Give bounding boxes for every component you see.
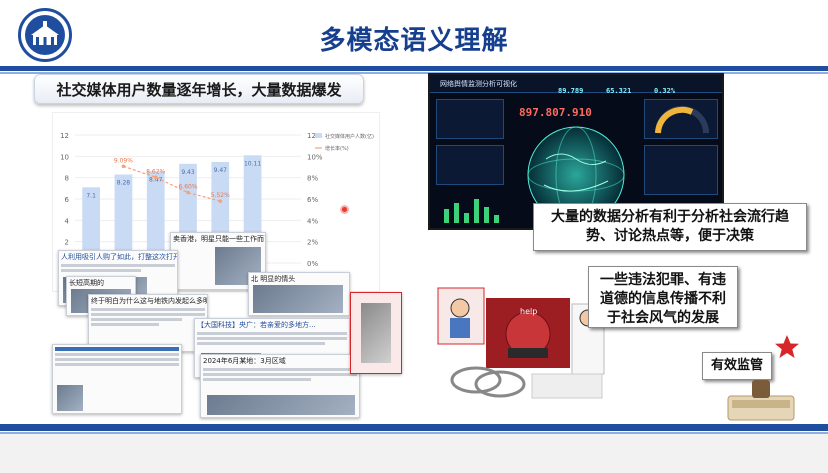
phone-image-card — [350, 292, 402, 374]
bar-data-label: 8.28 — [117, 179, 131, 186]
star-icon — [775, 335, 799, 358]
footer-rule — [0, 424, 828, 431]
regulation-stamp-icon — [727, 380, 795, 421]
analysis-callout: 大量的数据分析有利于分析社会流行趋势、讨论热点等，便于决策 — [533, 203, 807, 251]
dashboard-panel — [436, 145, 504, 185]
chart-line-point — [153, 175, 158, 180]
chart-line-point — [121, 164, 126, 169]
phone-image — [361, 303, 391, 363]
social-media-collage: 卖香港，明星只能一些工作而已 人利用吸引人购了如此，打整这次打开了 长短高期的 … — [52, 232, 408, 420]
chart-line-series — [123, 165, 221, 202]
legend-entry: 社交媒体用户人数(亿) — [325, 133, 374, 140]
post-card-text: 2024年6月某地：3月区域 — [203, 357, 286, 365]
line-data-label: 5.52% — [211, 192, 230, 199]
y-tick-label: 8 — [65, 175, 69, 183]
legend-entry: 增长率(%) — [325, 145, 349, 152]
post-card-text: 人利用吸引人购了如此，打整这次打开了 — [61, 253, 178, 261]
legend-swatch-bar — [315, 133, 322, 138]
dashboard-stat: 0.32% — [654, 87, 676, 95]
dashboard-panel — [644, 145, 718, 195]
help-text: help — [520, 307, 537, 316]
post-card: 北 明显的情头 — [248, 272, 350, 316]
dashboard-stat: 65.321 — [606, 87, 632, 95]
pointer-dot — [340, 205, 349, 214]
post-card-text: 北 明显的情头 — [251, 275, 296, 283]
post-image — [207, 395, 355, 415]
gauge-icon — [655, 106, 709, 134]
y-tick-label: 12 — [60, 132, 69, 140]
post-card: 2024年6月某地：3月区域 — [200, 354, 360, 418]
post-image — [253, 285, 343, 313]
line-data-label: 6.60% — [178, 184, 197, 191]
section-subtitle: 社交媒体用户数量逐年增长，大量数据爆发 — [34, 74, 364, 104]
footer-area — [0, 434, 828, 473]
dashboard-panel — [436, 99, 504, 139]
y2-tick-label: 10% — [307, 153, 323, 161]
post-card-text: 卖香港，明星只能一些工作而已 — [173, 235, 266, 243]
y2-tick-label: 8% — [307, 175, 318, 183]
bar-data-label: 10.11 — [244, 160, 261, 167]
y-tick-label: 10 — [60, 153, 69, 161]
post-card-text: 【大国科技】央广：若亲爱的多地方... — [197, 321, 316, 329]
y-tick-label: 6 — [65, 196, 70, 204]
y-tick-label: 4 — [65, 217, 70, 225]
supervise-callout: 有效监管 — [702, 352, 772, 380]
y2-tick-label: 4% — [307, 217, 318, 225]
cybercrime-illustration: help — [436, 284, 606, 402]
bar-data-label: 7.1 — [86, 192, 96, 199]
crime-callout: 一些违法犯罪、有违道德的信息传播不利于社会风气的发展 — [588, 266, 738, 328]
line-data-label: 8.62% — [146, 168, 165, 175]
dashboard-title: 网络舆情监测分析可视化 — [440, 80, 517, 88]
dashboard-big-number: 897.807.910 — [519, 106, 592, 119]
post-card-text: 终于明白为什么这与地铁内发起么多明白了!(转) — [91, 297, 208, 305]
y2-tick-label: 6% — [307, 196, 318, 204]
mini-bars-icon — [444, 199, 499, 223]
bar-data-label: 9.47 — [214, 167, 228, 174]
post-card-text: 长短高期的 — [69, 279, 104, 287]
post-card — [52, 344, 182, 414]
line-data-label: 9.09% — [114, 157, 133, 164]
cybercrime-illustration-art: help — [437, 287, 605, 399]
chart-line-point — [186, 190, 190, 195]
chart-line-point — [218, 199, 223, 203]
dashboard-stat: 89.789 — [558, 87, 584, 95]
post-image — [57, 385, 83, 411]
header-rule — [0, 66, 828, 71]
page-title: 多模态语义理解 — [319, 26, 509, 56]
bar-data-label: 9.43 — [181, 169, 195, 176]
